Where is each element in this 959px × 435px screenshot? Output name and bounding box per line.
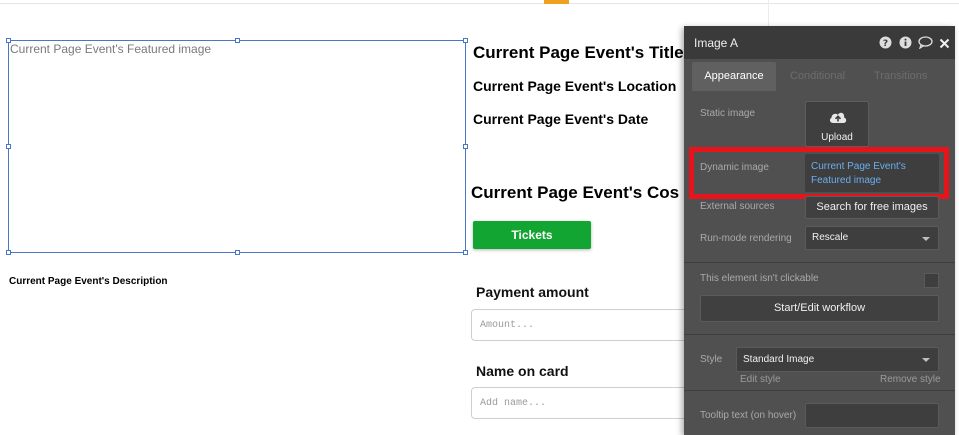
static-image-label: Static image bbox=[700, 108, 756, 119]
remove-style-link[interactable]: Remove style bbox=[880, 374, 941, 385]
event-location-text[interactable]: Current Page Event's Location bbox=[473, 78, 676, 94]
info-icon[interactable] bbox=[899, 36, 912, 49]
canvas-top-separator bbox=[768, 0, 769, 26]
section-divider bbox=[684, 390, 955, 391]
style-select[interactable]: Standard Image bbox=[736, 347, 939, 372]
upload-label: Upload bbox=[821, 132, 853, 143]
tab-appearance[interactable]: Appearance bbox=[692, 62, 776, 91]
run-mode-rendering-label: Run-mode rendering bbox=[700, 233, 792, 244]
event-description-text[interactable]: Current Page Event's Description bbox=[9, 276, 168, 287]
close-icon[interactable] bbox=[939, 36, 952, 49]
upload-button[interactable]: Upload bbox=[805, 101, 869, 147]
search-free-images-button[interactable]: Search for free images bbox=[805, 196, 939, 219]
resize-handle-top[interactable] bbox=[235, 38, 240, 43]
tooltip-text-input[interactable] bbox=[805, 403, 939, 428]
resize-handle-left[interactable] bbox=[6, 144, 11, 149]
chevron-down-icon bbox=[922, 358, 930, 362]
payment-amount-label: Payment amount bbox=[476, 284, 589, 300]
tab-conditional[interactable]: Conditional bbox=[790, 62, 845, 91]
name-on-card-input[interactable] bbox=[471, 387, 691, 419]
event-title-text[interactable]: Current Page Event's Title bbox=[473, 43, 684, 63]
style-label: Style bbox=[700, 354, 723, 365]
chevron-down-icon bbox=[922, 237, 930, 241]
name-on-card-label: Name on card bbox=[476, 363, 569, 379]
not-clickable-checkbox[interactable] bbox=[924, 273, 939, 288]
canvas-top-rule bbox=[0, 3, 959, 4]
dynamic-image-highlight-box bbox=[689, 147, 949, 199]
style-value: Standard Image bbox=[743, 354, 815, 365]
help-icon[interactable]: ? bbox=[879, 36, 892, 49]
section-divider bbox=[684, 262, 955, 263]
resize-handle-bottom[interactable] bbox=[235, 250, 240, 255]
resize-handle-bottom-left[interactable] bbox=[6, 250, 11, 255]
property-editor-panel: Image A ? Appearance Conditional Transit… bbox=[684, 26, 955, 435]
edit-style-link[interactable]: Edit style bbox=[740, 374, 781, 385]
event-date-text[interactable]: Current Page Event's Date bbox=[473, 111, 648, 127]
not-clickable-label: This element isn't clickable bbox=[700, 273, 819, 284]
tab-transitions[interactable]: Transitions bbox=[874, 62, 927, 91]
external-sources-label: External sources bbox=[700, 201, 775, 212]
start-edit-workflow-button[interactable]: Start/Edit workflow bbox=[700, 295, 939, 322]
panel-title: Image A bbox=[694, 36, 739, 50]
resize-handle-bottom-right[interactable] bbox=[463, 250, 468, 255]
resize-handle-top-right[interactable] bbox=[463, 38, 468, 43]
run-mode-value: Rescale bbox=[812, 232, 849, 243]
event-cost-text[interactable]: Current Page Event's Cos bbox=[471, 183, 679, 203]
section-divider bbox=[684, 334, 955, 335]
tickets-button[interactable]: Tickets bbox=[473, 221, 591, 249]
resize-handle-right[interactable] bbox=[463, 144, 468, 149]
image-placeholder-text: Current Page Event's Featured image bbox=[10, 42, 212, 56]
featured-image-element[interactable]: Current Page Event's Featured image bbox=[8, 40, 466, 253]
canvas-top-marker bbox=[544, 0, 569, 4]
run-mode-rendering-select[interactable]: Rescale bbox=[805, 226, 939, 250]
payment-amount-input[interactable] bbox=[471, 309, 691, 341]
panel-header[interactable]: Image A ? bbox=[684, 26, 955, 59]
tooltip-text-label: Tooltip text (on hover) bbox=[700, 410, 797, 421]
cloud-upload-icon bbox=[828, 109, 848, 130]
resize-handle-top-left[interactable] bbox=[6, 38, 11, 43]
svg-text:?: ? bbox=[883, 39, 888, 49]
comment-icon[interactable] bbox=[918, 36, 933, 50]
